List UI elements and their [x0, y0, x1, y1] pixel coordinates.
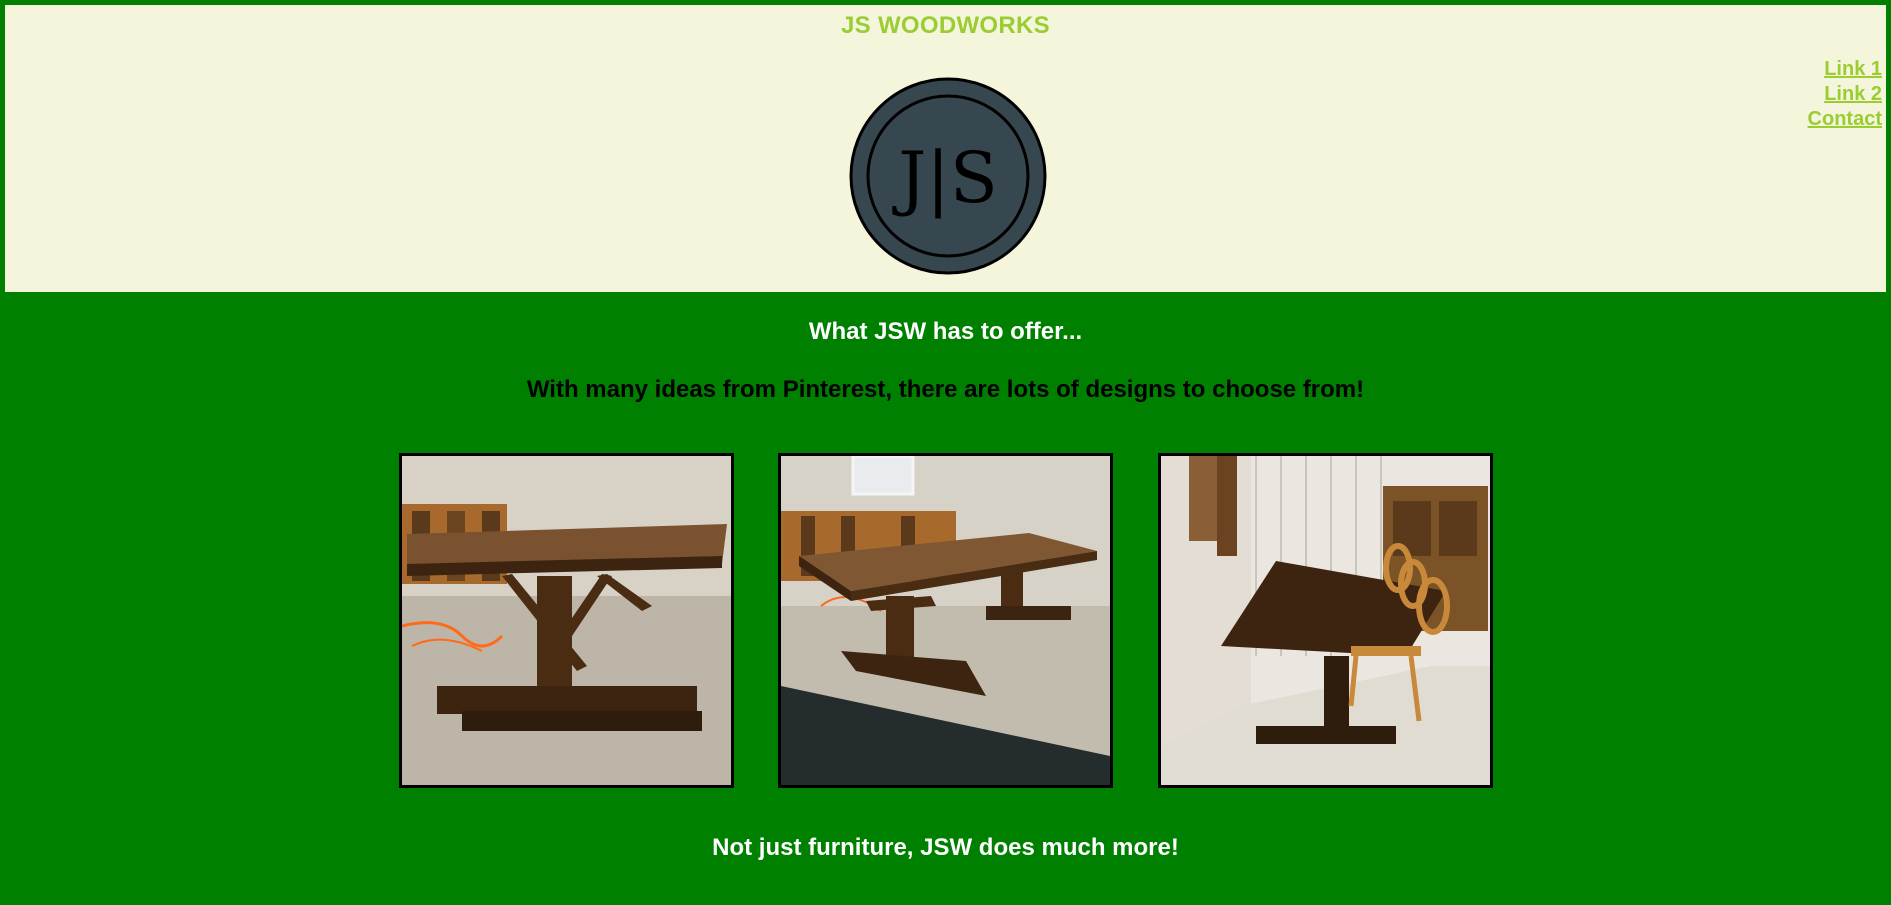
site-header: JS WOODWORKS Link 1 Link 2 Contact J|S	[0, 0, 1891, 297]
site-title: JS WOODWORKS	[841, 12, 1050, 39]
offer-heading: What JSW has to offer...	[808, 318, 1083, 345]
nav-link-2[interactable]: Link 2	[1808, 82, 1882, 107]
more-heading: Not just furniture, JSW does much more!	[712, 834, 1179, 861]
jsw-logo: J|S	[849, 77, 1047, 275]
table-photo-1	[399, 453, 734, 788]
logo-text: J|S	[892, 137, 998, 219]
offer-subtext: With many ideas from Pinterest, there ar…	[526, 376, 1365, 403]
nav-link-contact[interactable]: Contact	[1808, 107, 1882, 132]
nav-menu: Link 1 Link 2 Contact	[1808, 57, 1882, 132]
nav-link-1[interactable]: Link 1	[1808, 57, 1882, 82]
table-photo-3	[1158, 453, 1493, 788]
table-photo-2	[778, 453, 1113, 788]
